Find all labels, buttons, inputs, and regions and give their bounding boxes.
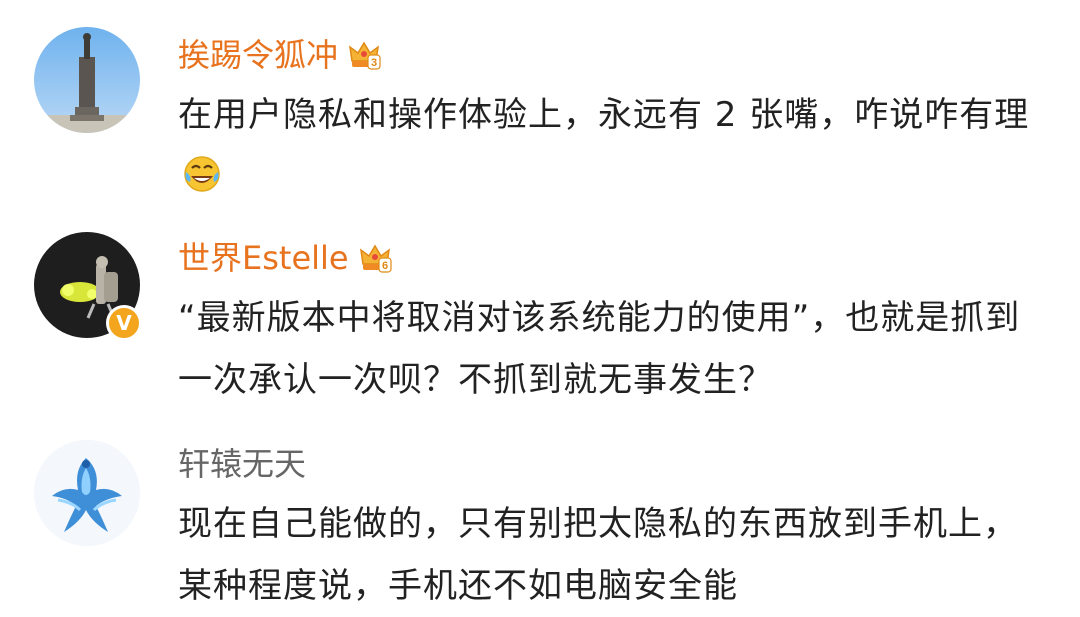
verified-icon: V (116, 311, 132, 335)
username[interactable]: 挨踢令狐冲 (178, 35, 338, 75)
laugh-cry-emoji-icon (182, 152, 222, 192)
comment-text: 在用户隐私和操作体验上，永远有 2 张嘴，咋说咋有理 (178, 84, 1038, 208)
username[interactable]: 世界Estelle (178, 238, 349, 278)
comment-text: “最新版本中将取消对该系统能力的使用”，也就是抓到一次承认一次呗？不抓到就无事发… (178, 287, 1038, 411)
avatar[interactable] (34, 440, 140, 546)
vip-crown-icon: 6 (357, 240, 393, 276)
username[interactable]: 轩辕无天 (178, 444, 306, 484)
username-row: 世界Estelle 6 (178, 238, 393, 278)
vip-crown-icon: 3 (346, 37, 382, 73)
comment-body: 现在自己能做的，只有别把太隐私的东西放到手机上，某种程度说，手机还不如电脑安全能 (178, 504, 1018, 606)
avatar[interactable] (34, 27, 140, 133)
vip-level: 3 (371, 57, 377, 69)
username-row: 轩辕无天 (178, 444, 306, 484)
username-row: 挨踢令狐冲 3 (178, 35, 382, 75)
comment-body: 在用户隐私和操作体验上，永远有 2 张嘴，咋说咋有理 (178, 95, 1030, 135)
verified-badge: V (106, 305, 142, 341)
comment-text: 现在自己能做的，只有别把太隐私的东西放到手机上，某种程度说，手机还不如电脑安全能 (178, 493, 1038, 617)
vip-level: 6 (382, 260, 388, 272)
comment-body: “最新版本中将取消对该系统能力的使用”，也就是抓到一次承认一次呗？不抓到就无事发… (178, 298, 1021, 400)
